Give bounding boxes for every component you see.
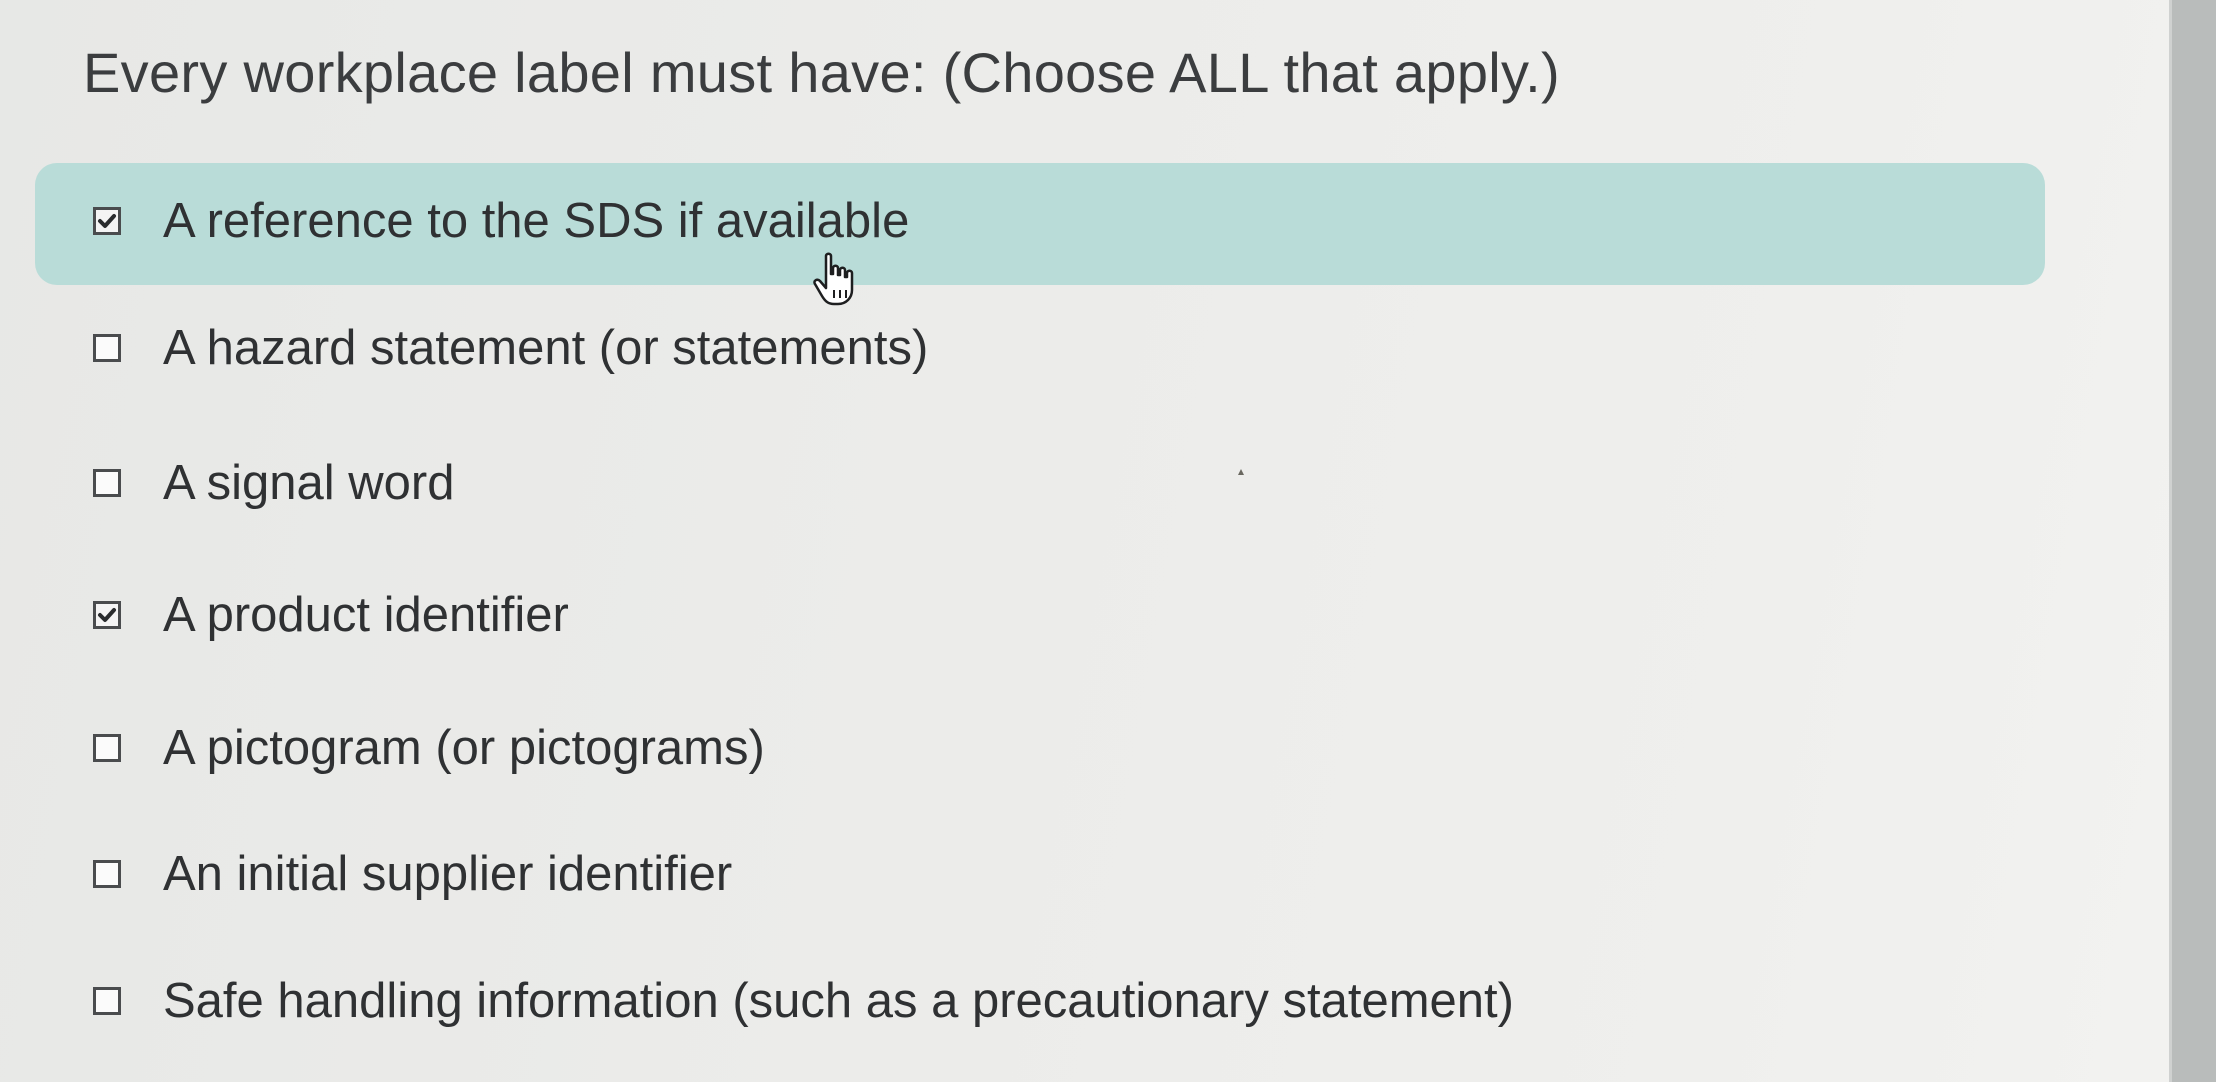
checkbox[interactable] (93, 207, 121, 235)
option-label: A reference to the SDS if available (163, 194, 910, 248)
options-list: A reference to the SDS if available A ha… (0, 0, 2169, 1082)
hand-pointer-cursor-icon (813, 252, 854, 306)
option-label: A pictogram (or pictograms) (163, 721, 765, 775)
question-panel: Every workplace label must have: (Choose… (0, 0, 2172, 1082)
checkbox[interactable] (93, 860, 121, 888)
option-safe-handling[interactable]: Safe handling information (such as a pre… (35, 943, 2045, 1065)
checkmark-icon (98, 214, 116, 228)
option-label: Safe handling information (such as a pre… (163, 974, 1514, 1028)
option-hazard-statement[interactable]: A hazard statement (or statements) (35, 290, 2045, 412)
checkbox[interactable] (93, 334, 121, 362)
option-sds-reference[interactable]: A reference to the SDS if available (35, 163, 2045, 285)
checkbox[interactable] (93, 734, 121, 762)
option-signal-word[interactable]: A signal word (35, 425, 2045, 547)
checkbox[interactable] (93, 601, 121, 629)
option-label: A product identifier (163, 588, 569, 642)
option-label: A signal word (163, 456, 455, 510)
option-label: An initial supplier identifier (163, 847, 733, 901)
checkbox[interactable] (93, 469, 121, 497)
checkbox[interactable] (93, 987, 121, 1015)
checkmark-icon (98, 608, 116, 622)
option-product-identifier[interactable]: A product identifier (35, 557, 2045, 679)
screen-speck (1238, 469, 1244, 475)
option-label: A hazard statement (or statements) (163, 321, 929, 375)
option-supplier-identifier[interactable]: An initial supplier identifier (35, 816, 2045, 938)
option-pictogram[interactable]: A pictogram (or pictograms) (35, 690, 2045, 812)
